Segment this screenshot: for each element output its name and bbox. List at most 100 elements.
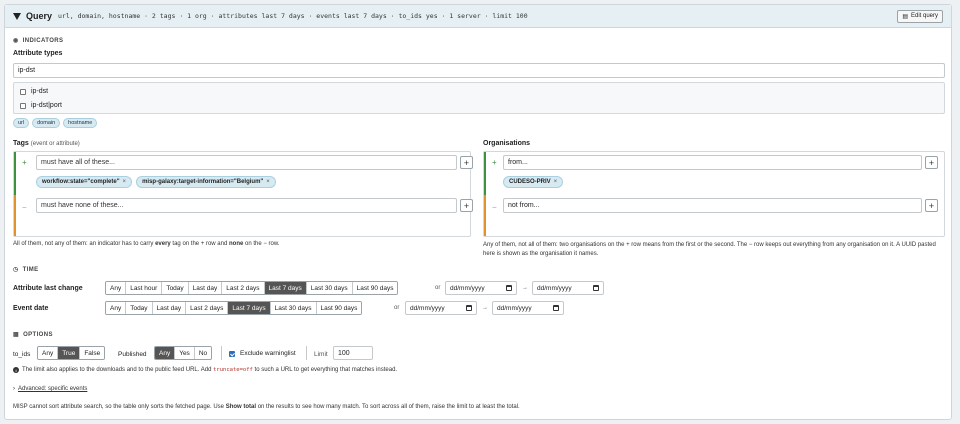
event-option-last-90-days[interactable]: Last 90 days (316, 302, 362, 314)
orgs-from-input[interactable]: from... (503, 155, 922, 170)
eye-icon: ◉ (13, 38, 19, 44)
add-org-plus-button[interactable]: + (925, 156, 938, 169)
attr-option-last-7-days[interactable]: Last 7 days (264, 282, 307, 294)
event-option-last-day[interactable]: Last day (152, 302, 187, 314)
clock-icon: ◷ (13, 267, 19, 273)
orgs-not-from-input[interactable]: not from... (503, 198, 922, 213)
event-option-today[interactable]: Today (126, 302, 153, 314)
tag-pill[interactable]: workflow:state="complete" × (36, 176, 133, 188)
query-header[interactable]: Query url, domain, hostname · 2 tags · 1… (5, 5, 951, 28)
attr-date-to[interactable]: dd/mm/yyyy (532, 281, 604, 295)
attr-option-last-day[interactable]: Last day (188, 282, 223, 294)
collapse-triangle-icon[interactable] (13, 12, 21, 20)
plus-row-bar (14, 152, 16, 195)
exclude-warninglist-checkbox[interactable] (229, 350, 235, 357)
close-icon[interactable]: × (123, 179, 127, 185)
attr-option-last-hour[interactable]: Last hour (126, 282, 163, 294)
attr-option-any[interactable]: Any (106, 282, 127, 294)
limit-value: 100 (338, 349, 350, 357)
selected-types: url domain hostname (13, 118, 98, 128)
indicators-section-title: ◉ INDICATORS (13, 37, 64, 45)
indicators-heading: INDICATORS (22, 37, 64, 44)
chevron-right-icon[interactable]: › (13, 386, 15, 392)
add-excluded-org-button[interactable]: + (925, 199, 938, 212)
exclude-warninglist-toggle[interactable]: Exclude warninglist (229, 350, 296, 357)
edit-query-button[interactable]: ▤ Edit query (897, 9, 943, 23)
tags-must-not-have-input[interactable]: must have none of these... (36, 198, 457, 213)
event-option-last-30-days[interactable]: Last 30 days (270, 302, 317, 314)
advanced-toggle[interactable]: › Advanced: specific events (13, 386, 87, 392)
checkbox[interactable] (20, 88, 26, 95)
sort-footer-note: MISP cannot sort attribute search, so th… (13, 404, 520, 410)
calendar-icon[interactable] (466, 305, 472, 311)
option-label: ip-dst (31, 88, 49, 95)
published-no[interactable]: No (194, 347, 212, 359)
tag-pill-label: workflow:state="complete" (42, 179, 120, 185)
attribute-type-search-input[interactable]: ip-dst (13, 63, 945, 78)
published-label: Published (118, 351, 147, 358)
footer-note-pre: MISP cannot sort attribute search, so th… (13, 404, 226, 410)
edit-query-label: Edit query (910, 13, 938, 19)
orgs-not-from-placeholder: not from... (508, 202, 540, 209)
calendar-icon[interactable] (506, 285, 512, 291)
to-ids-label: to_ids (13, 351, 31, 358)
date-placeholder: dd/mm/yyyy (450, 284, 485, 292)
tags-must-have-input[interactable]: must have all of these... (36, 155, 457, 170)
query-title: Query (26, 11, 53, 21)
type-chip-hostname[interactable]: hostname (63, 118, 98, 128)
attribute-type-search-value: ip-dst (18, 67, 36, 74)
to-ids-true[interactable]: True (58, 347, 81, 359)
options-divider-2 (306, 346, 307, 360)
calendar-icon[interactable] (553, 305, 559, 311)
info-icon: i (13, 367, 19, 373)
close-icon[interactable]: × (554, 179, 558, 185)
attr-option-last-2-days[interactable]: Last 2 days (222, 282, 265, 294)
published-yes[interactable]: Yes (175, 347, 195, 359)
published-any[interactable]: Any (155, 347, 176, 359)
event-option-last-7-days[interactable]: Last 7 days (228, 302, 271, 314)
tag-pill[interactable]: misp-galaxy:target-information="Belgium"… (136, 176, 276, 188)
limit-info-code: truncate=off (213, 367, 253, 373)
close-icon[interactable]: × (266, 179, 270, 185)
plus-row-bar (484, 152, 486, 195)
event-option-last-2-days[interactable]: Last 2 days (186, 302, 229, 314)
options-divider (221, 346, 222, 360)
attr-option-last-90-days[interactable]: Last 90 days (352, 282, 398, 294)
option-ip-dst-port[interactable]: ip-dst|port (20, 102, 62, 109)
event-option-any[interactable]: Any (106, 302, 127, 314)
attr-arrow: → (522, 285, 528, 291)
to-ids-false[interactable]: False (80, 347, 105, 359)
footer-note-post: on the results to see how many match. To… (256, 404, 520, 410)
org-pill[interactable]: CUDESO-PRIV × (503, 176, 564, 188)
date-placeholder: dd/mm/yyyy (410, 304, 445, 312)
advanced-link[interactable]: Advanced: specific events (18, 386, 87, 392)
to-ids-any[interactable]: Any (38, 347, 59, 359)
checkbox[interactable] (20, 102, 26, 109)
tags-note-pre: All of them, not any of them: an indicat… (13, 241, 156, 247)
add-tag-plus-button[interactable]: + (460, 156, 473, 169)
query-summary: url, domain, hostname · 2 tags · 1 org ·… (58, 12, 528, 20)
limit-input[interactable]: 100 (333, 346, 373, 360)
tags-label-text: Tags (13, 140, 29, 147)
attribute-last-change-selector: Any Last hour Today Last day Last 2 days… (105, 281, 399, 295)
attr-option-last-30-days[interactable]: Last 30 days (306, 282, 353, 294)
query-panel: Query url, domain, hostname · 2 tags · 1… (4, 4, 952, 420)
add-excluded-tag-button[interactable]: + (460, 199, 473, 212)
attr-option-today[interactable]: Today (162, 282, 189, 294)
orgs-from-list: CUDESO-PRIV × (503, 176, 564, 188)
attr-date-from[interactable]: dd/mm/yyyy (445, 281, 517, 295)
orgs-plus-sign: + (492, 158, 497, 167)
event-date-from[interactable]: dd/mm/yyyy (405, 301, 477, 315)
type-chip-url[interactable]: url (13, 118, 30, 128)
orgs-minus-sign: − (492, 203, 497, 212)
tags-minus-sign: − (22, 203, 27, 212)
event-date-to[interactable]: dd/mm/yyyy (492, 301, 564, 315)
event-arrow: → (482, 305, 488, 311)
option-ip-dst[interactable]: ip-dst (20, 88, 48, 95)
type-chip-domain[interactable]: domain (32, 118, 61, 128)
tags-must-have-placeholder: must have all of these... (41, 159, 115, 166)
orgs-note: Any of them, not all of them: two organi… (483, 242, 936, 257)
tags-sublabel: (event or attribute) (30, 141, 80, 147)
calendar-icon[interactable] (593, 285, 599, 291)
time-heading: TIME (22, 266, 39, 273)
